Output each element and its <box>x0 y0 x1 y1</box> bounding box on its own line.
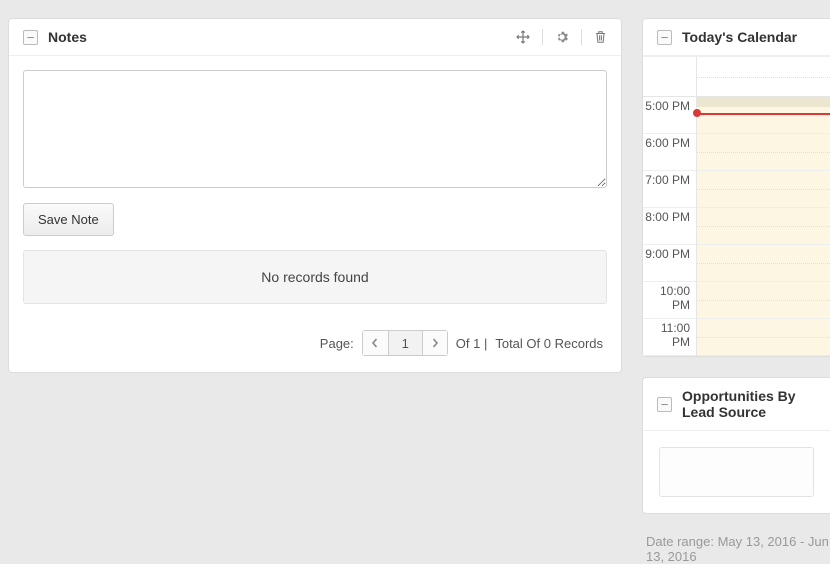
calendar-hour-cell[interactable] <box>697 282 830 319</box>
calendar-panel: − Today's Calendar 5:00 PM6:00 PM7:00 PM… <box>642 18 830 357</box>
divider <box>581 29 582 45</box>
pager-next-button[interactable] <box>422 330 448 356</box>
pager-prev-button[interactable] <box>362 330 388 356</box>
calendar-hour-row: 8:00 PM <box>643 208 830 245</box>
opportunities-date-range: Date range: May 13, 2016 - Jun 13, 2016 <box>642 534 830 564</box>
calendar-time-label: 8:00 PM <box>643 208 697 245</box>
calendar-hour-row: 10:00 PM <box>643 282 830 319</box>
pager-total-text: Total Of 0 Records <box>495 336 603 351</box>
calendar-time-label: 11:00 PM <box>643 319 697 356</box>
calendar-time-label: 5:00 PM <box>643 97 697 134</box>
calendar-hour-row: 5:00 PM <box>643 97 830 134</box>
calendar-hour-cell[interactable] <box>697 171 830 208</box>
opportunities-panel: − Opportunities By Lead Source <box>642 377 830 514</box>
save-note-button[interactable]: Save Note <box>23 203 114 236</box>
calendar-hour-cell[interactable] <box>697 319 830 356</box>
notes-panel: − Notes <box>8 18 622 373</box>
calendar-time-label: 9:00 PM <box>643 245 697 282</box>
calendar-hour-cell[interactable] <box>697 97 830 134</box>
calendar-hour-row: 7:00 PM <box>643 171 830 208</box>
calendar-hour-row: 9:00 PM <box>643 245 830 282</box>
panel-title: Notes <box>48 29 516 45</box>
pager-page-label: Page: <box>320 336 354 351</box>
collapse-toggle[interactable]: − <box>657 397 672 412</box>
calendar-hour-row: 11:00 PM <box>643 319 830 356</box>
calendar-time-label: 6:00 PM <box>643 134 697 171</box>
panel-title: Opportunities By Lead Source <box>682 388 816 420</box>
calendar-hour-cell[interactable] <box>697 208 830 245</box>
date-range-label: Date range: <box>646 534 714 549</box>
pager-of-text: Of 1 | <box>456 336 488 351</box>
panel-title: Today's Calendar <box>682 29 816 45</box>
collapse-toggle[interactable]: − <box>23 30 38 45</box>
pager-current-input[interactable] <box>388 330 422 356</box>
gear-icon[interactable] <box>555 30 569 44</box>
notes-panel-body: Save Note No records found <box>9 56 621 318</box>
pager-controls <box>362 330 448 356</box>
calendar-hour-row: 6:00 PM <box>643 134 830 171</box>
divider <box>542 29 543 45</box>
calendar-time-label: 10:00 PM <box>643 282 697 319</box>
notes-panel-header: − Notes <box>9 19 621 56</box>
calendar-allday-row <box>643 57 830 97</box>
no-records-banner: No records found <box>23 250 607 304</box>
panel-tools <box>516 29 607 45</box>
calendar-hour-cell[interactable] <box>697 134 830 171</box>
calendar-panel-header: − Today's Calendar <box>643 19 830 56</box>
calendar-body: 5:00 PM6:00 PM7:00 PM8:00 PM9:00 PM10:00… <box>643 56 830 356</box>
trash-icon[interactable] <box>594 30 607 44</box>
pager: Page: Of 1 | Total Of 0 Records <box>9 318 621 372</box>
calendar-time-label: 7:00 PM <box>643 171 697 208</box>
calendar-past-shade <box>697 97 830 107</box>
opportunities-panel-header: − Opportunities By Lead Source <box>643 378 830 431</box>
calendar-hour-cell[interactable] <box>697 245 830 282</box>
note-textarea[interactable] <box>23 70 607 188</box>
calendar-allday-gutter <box>643 57 697 97</box>
calendar-now-indicator <box>693 109 701 117</box>
move-icon[interactable] <box>516 30 530 44</box>
calendar-now-line <box>697 113 830 115</box>
opportunities-chart-placeholder <box>659 447 814 497</box>
opportunities-body <box>643 431 830 513</box>
calendar-allday-cell[interactable] <box>697 57 830 97</box>
collapse-toggle[interactable]: − <box>657 30 672 45</box>
